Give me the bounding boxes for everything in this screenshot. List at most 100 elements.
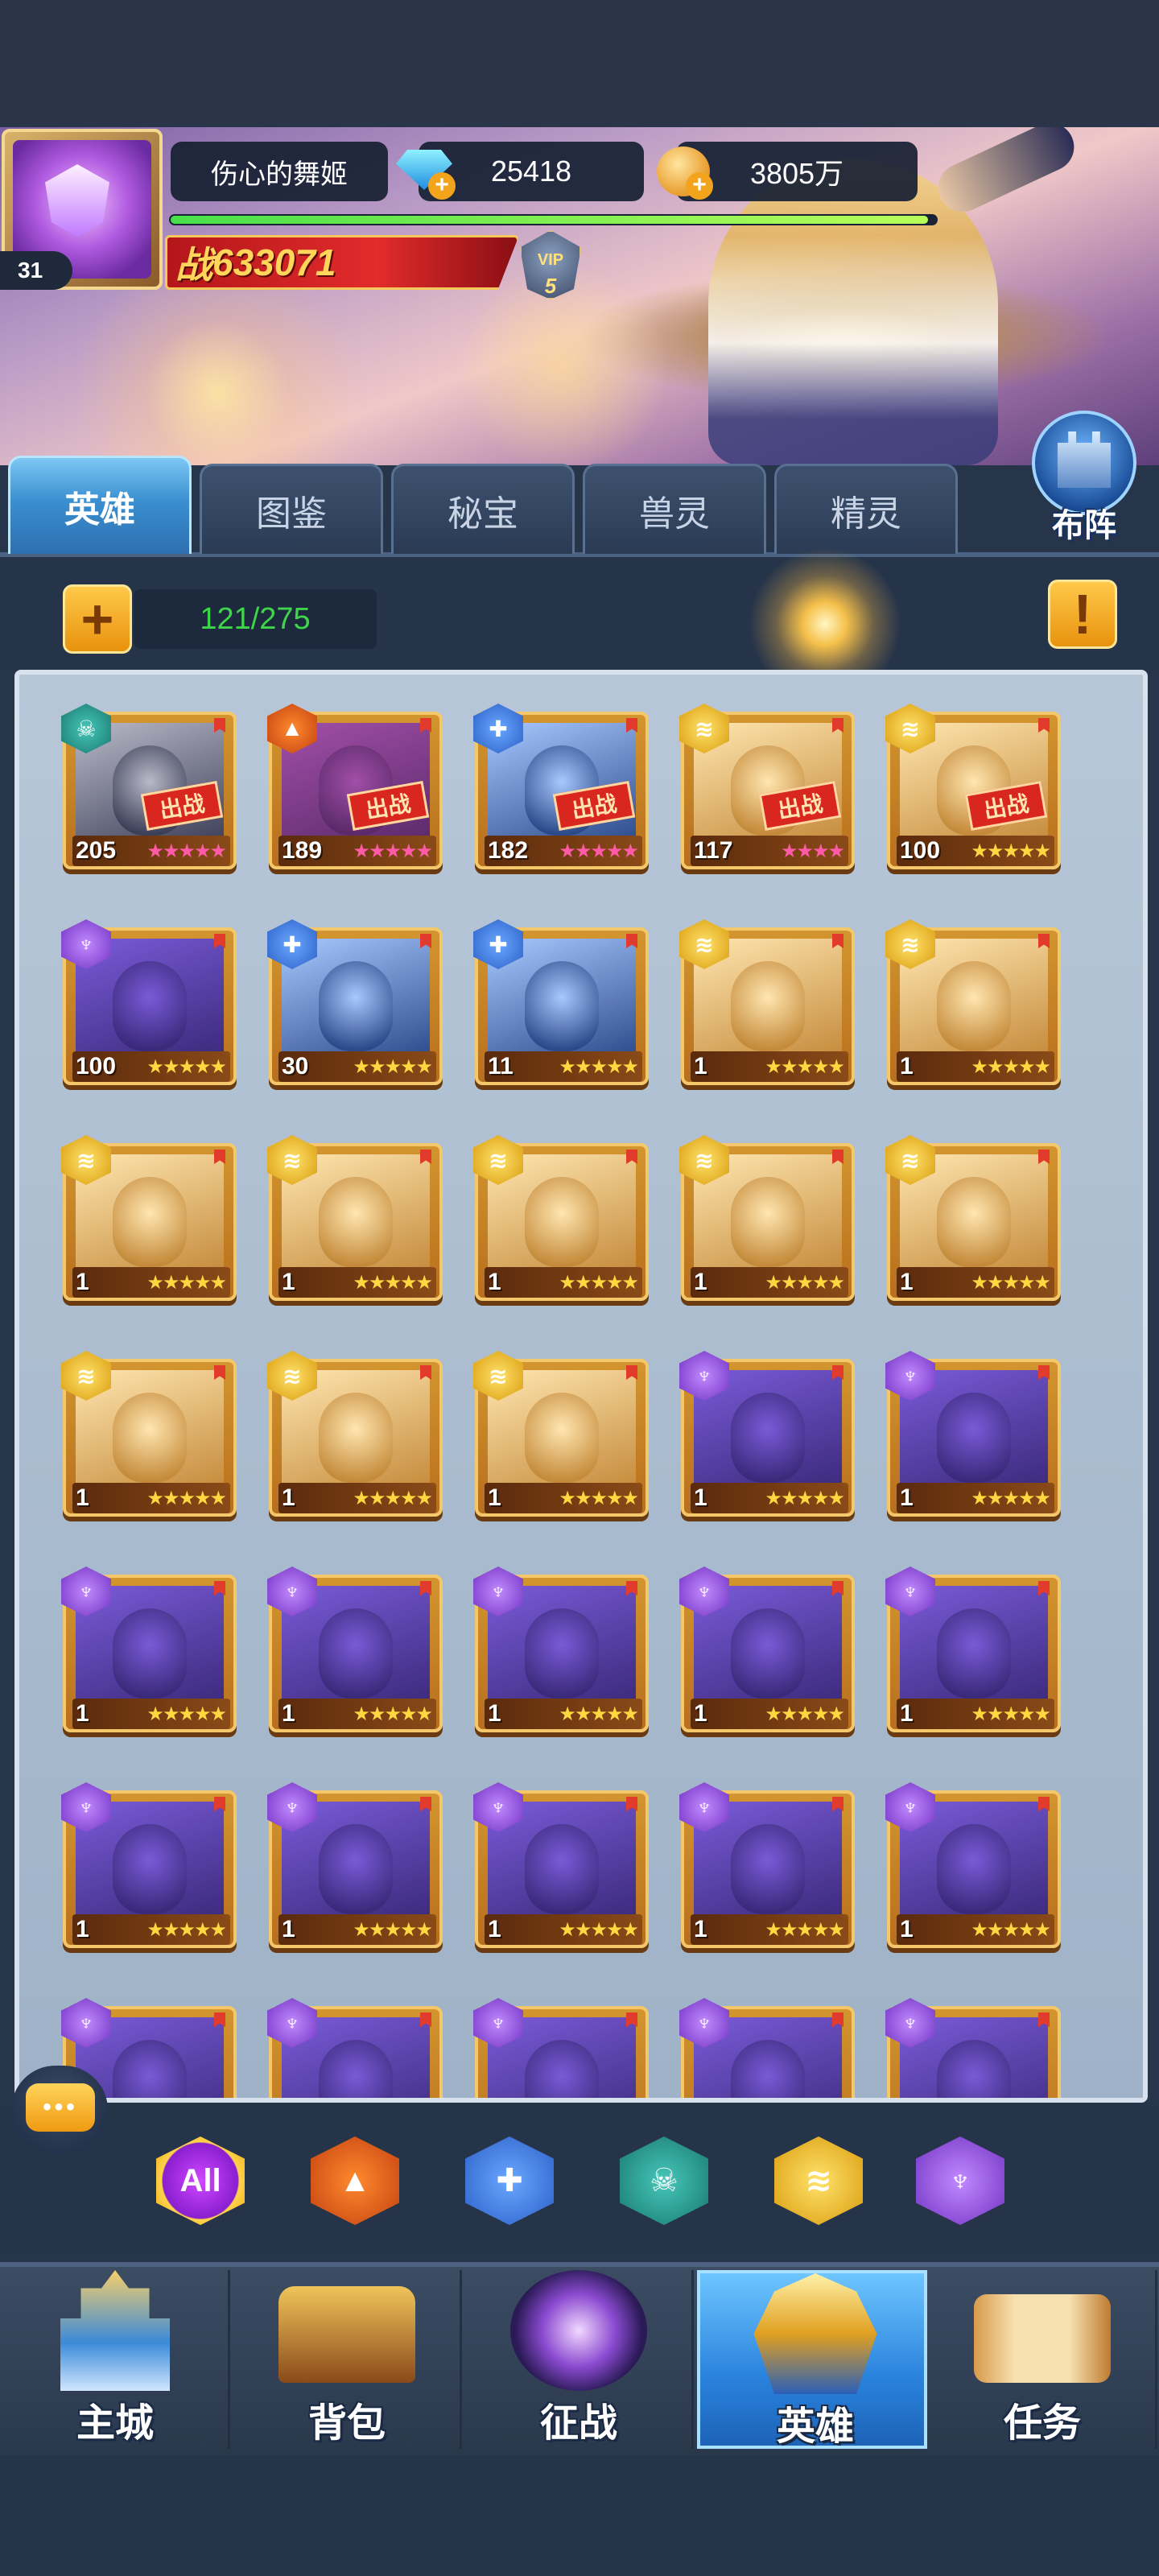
- hero-stars: ★★★★★: [971, 1055, 1051, 1078]
- hero-stars: ★★★★★: [971, 1918, 1051, 1941]
- hero-stars: ★★★★★: [559, 1703, 639, 1725]
- hero-face: [731, 2040, 805, 2098]
- hero-card[interactable]: ✚ 30 ★★★★★: [267, 919, 443, 1085]
- hero-card[interactable]: ≋ 100 ★★★★★ 出战: [885, 704, 1061, 869]
- scroll-icon: [974, 2294, 1111, 2383]
- hero-face: [937, 2040, 1011, 2098]
- hero-face: [937, 961, 1011, 1051]
- combat-power: 战 633071: [175, 237, 336, 288]
- hero-card[interactable]: ♆ 1 ★★★★★: [885, 1567, 1061, 1732]
- roster-info-button[interactable]: !: [1048, 580, 1117, 649]
- hero-level: 1: [694, 1484, 707, 1511]
- tab-heroes[interactable]: 英雄: [8, 456, 192, 554]
- horned-faction-icon: ♆: [948, 2162, 972, 2198]
- hero-card[interactable]: ≋ 1 ★★★★★: [473, 1135, 649, 1301]
- nav-quests-label: 任务: [1003, 2402, 1081, 2445]
- hero-card[interactable]: ≋ 1 ★★★★★: [267, 1135, 443, 1301]
- hero-level: 1: [694, 1916, 707, 1942]
- hero-face: [319, 2040, 393, 2098]
- hero-card[interactable]: ✚ 11 ★★★★★: [473, 919, 649, 1085]
- nav-main-city[interactable]: 主城: [0, 2270, 230, 2449]
- hero-level: 1: [900, 1700, 914, 1727]
- hero-face: [731, 1393, 805, 1483]
- tab-beast-spirits[interactable]: 兽灵: [583, 464, 766, 554]
- plus-icon: +: [80, 588, 114, 650]
- hero-level: 11: [488, 1053, 514, 1080]
- add-roster-slot-button[interactable]: +: [63, 584, 132, 654]
- hero-card[interactable]: ≋ 1 ★★★★★: [61, 1351, 237, 1517]
- hero-card[interactable]: ≋ 1 ★★★★★: [61, 1135, 237, 1301]
- hero-level: 205: [76, 837, 117, 864]
- hero-card[interactable]: ♆ 1 ★★★★★: [679, 1567, 855, 1732]
- hero-face: [525, 1608, 599, 1699]
- hero-card[interactable]: ♆ 1 ★★★★★: [885, 1782, 1061, 1948]
- hero-face: [731, 961, 805, 1051]
- hero-stars: ★★★★★: [353, 1271, 433, 1294]
- hero-card[interactable]: ♆ 1 ★★★★★: [267, 1567, 443, 1732]
- hero-stars: ★★★★★: [559, 1271, 639, 1294]
- gold-coin-icon: +: [654, 145, 718, 200]
- hero-stars: ★★★★: [780, 840, 845, 862]
- hero-level: 1: [488, 1484, 501, 1511]
- hero-card[interactable]: ♆ 1 ★★★★★: [473, 1782, 649, 1948]
- hero-card[interactable]: ♆: [885, 1998, 1061, 2098]
- hero-card[interactable]: ≋ 1 ★★★★★: [679, 919, 855, 1085]
- hero-face: [113, 1608, 187, 1699]
- hero-stars: ★★★★★: [353, 1703, 433, 1725]
- hero-card[interactable]: ≋ 1 ★★★★★: [679, 1135, 855, 1301]
- hero-stars: ★★★★★: [971, 1487, 1051, 1509]
- hero-stars: ★★★★★: [146, 1271, 227, 1294]
- vip-level: 5: [544, 274, 557, 298]
- hero-card[interactable]: ♆ 1 ★★★★★: [61, 1567, 237, 1732]
- hero-card[interactable]: ♆ 1 ★★★★★: [679, 1782, 855, 1948]
- hero-card[interactable]: ♆: [473, 1998, 649, 2098]
- hero-card[interactable]: ♆ 100 ★★★★★: [61, 919, 237, 1085]
- hero-card[interactable]: ♆ 1 ★★★★★: [267, 1782, 443, 1948]
- hero-level: 1: [900, 1484, 914, 1511]
- tab-treasures[interactable]: 秘宝: [391, 464, 575, 554]
- hero-card[interactable]: ♆ 1 ★★★★★: [885, 1351, 1061, 1517]
- hero-stars: ★★★★★: [353, 1487, 433, 1509]
- hero-card[interactable]: ≋ 1 ★★★★★: [885, 1135, 1061, 1301]
- hero-face: [525, 2040, 599, 2098]
- hero-face: [319, 961, 393, 1051]
- hero-level: 100: [900, 837, 941, 864]
- hero-level: 1: [900, 1269, 914, 1295]
- nav-heroes[interactable]: 英雄: [697, 2270, 927, 2449]
- hero-card[interactable]: ▲ 189 ★★★★★ 出战: [267, 704, 443, 869]
- hero-card[interactable]: ♆ 1 ★★★★★: [61, 1782, 237, 1948]
- gold-counter[interactable]: + 3805万: [657, 142, 918, 201]
- hero-card[interactable]: ≋ 1 ★★★★★: [267, 1351, 443, 1517]
- nav-backpack-label: 背包: [307, 2402, 386, 2445]
- hero-stars: ★★★★★: [971, 1271, 1051, 1294]
- hero-face: [319, 1824, 393, 1914]
- hero-card[interactable]: ≋ 1 ★★★★★: [473, 1351, 649, 1517]
- hero-card[interactable]: ✚ 182 ★★★★★ 出战: [473, 704, 649, 869]
- tab-sprites[interactable]: 精灵: [774, 464, 958, 554]
- diamond-counter[interactable]: + 25418: [396, 142, 644, 201]
- hero-card[interactable]: ♆ 1 ★★★★★: [679, 1351, 855, 1517]
- hero-level: 1: [76, 1700, 89, 1727]
- hero-face: [937, 1177, 1011, 1267]
- nav-backpack[interactable]: 背包: [232, 2270, 462, 2449]
- hero-stars: ★★★★★: [559, 840, 639, 862]
- hero-stars: ★★★★★: [765, 1055, 845, 1078]
- hero-face: [319, 1608, 393, 1699]
- chat-button[interactable]: •••: [11, 2066, 108, 2154]
- hero-card[interactable]: ≋ 1 ★★★★★: [885, 919, 1061, 1085]
- nav-quests[interactable]: 任务: [927, 2270, 1157, 2449]
- hero-level: 1: [694, 1269, 707, 1295]
- fire-faction-icon: ▲: [339, 2162, 371, 2198]
- hero-card[interactable]: ♆ 1 ★★★★★: [473, 1567, 649, 1732]
- hero-face: [113, 1824, 187, 1914]
- hero-card[interactable]: ☠ 205 ★★★★★ 出战: [61, 704, 237, 869]
- hero-card[interactable]: ♆: [267, 1998, 443, 2098]
- hero-level: 1: [282, 1916, 295, 1942]
- hero-card[interactable]: ♆: [679, 1998, 855, 2098]
- castle-icon: [60, 2270, 170, 2391]
- nav-campaign[interactable]: 征战: [464, 2270, 694, 2449]
- hero-level: 1: [488, 1269, 501, 1295]
- hero-face: [319, 1393, 393, 1483]
- tab-codex[interactable]: 图鉴: [200, 464, 383, 554]
- hero-card[interactable]: ≋ 117 ★★★★ 出战: [679, 704, 855, 869]
